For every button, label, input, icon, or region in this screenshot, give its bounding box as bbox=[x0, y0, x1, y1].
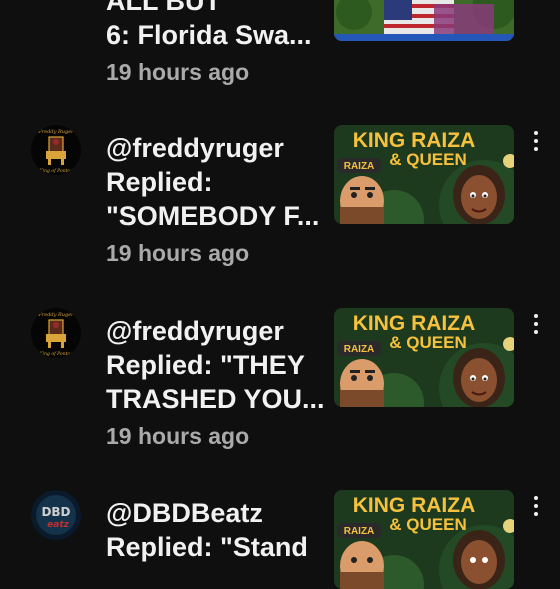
notification-timestamp: 19 hours ago bbox=[106, 240, 250, 266]
thumb-title-line: & QUEEN bbox=[389, 515, 466, 534]
thumb-title-line: KING RAIZA bbox=[353, 129, 476, 152]
svg-text:DBD: DBD bbox=[41, 505, 70, 519]
thumb-title-line: & QUEEN bbox=[389, 150, 466, 169]
svg-text:King of Pontoc: King of Pontoc bbox=[38, 168, 73, 174]
freddyruger-throne-avatar-icon[interactable]: Freddy Ruger King of Pontoc bbox=[31, 125, 81, 175]
notification-title-line: ALL BUT bbox=[106, 0, 221, 16]
notification-author: @DBDBeatz bbox=[106, 498, 263, 528]
flag-crowd-thumbnail-icon bbox=[334, 0, 514, 41]
dbdbeatz-logo-avatar-icon[interactable]: DBD eatz bbox=[31, 490, 81, 540]
svg-text:Freddy Ruger: Freddy Ruger bbox=[37, 312, 74, 318]
more-options-icon[interactable] bbox=[528, 129, 544, 153]
more-options-icon[interactable] bbox=[528, 494, 544, 518]
notification-title-line: 6: Florida Swa... bbox=[106, 20, 312, 50]
video-thumbnail[interactable]: KING RAIZA & QUEEN RAIZA bbox=[334, 125, 514, 224]
notification-author: @freddyruger bbox=[106, 133, 284, 163]
notification-author: @freddyruger bbox=[106, 316, 284, 346]
thumb-badge: RAIZA bbox=[344, 526, 375, 537]
notification-title-line: Replied: bbox=[106, 167, 213, 197]
svg-text:King of Pontoc: King of Pontoc bbox=[38, 351, 73, 357]
thumb-title-line: KING RAIZA bbox=[353, 494, 476, 517]
thumb-title-line: KING RAIZA bbox=[353, 312, 476, 335]
svg-text:Freddy Ruger: Freddy Ruger bbox=[37, 129, 74, 135]
notification-title-line: "SOMEBODY F... bbox=[106, 201, 320, 231]
more-options-icon[interactable] bbox=[528, 312, 544, 336]
king-raiza-queen-thumbnail-icon: KING RAIZA & QUEEN RAIZA bbox=[334, 125, 514, 224]
notification-text[interactable]: @freddyruger Replied: "THEY TRASHED YOU.… bbox=[106, 314, 328, 453]
video-thumbnail[interactable]: KING RAIZA & QUEEN RAIZA bbox=[334, 490, 514, 589]
notification-feed: ALL BUT 6: Florida Swa... 19 hours ago F… bbox=[0, 0, 560, 589]
video-thumbnail[interactable] bbox=[334, 0, 514, 41]
thumb-title-line: & QUEEN bbox=[389, 333, 466, 352]
king-raiza-queen-thumbnail-icon: KING RAIZA & QUEEN RAIZA bbox=[334, 490, 514, 589]
notification-text[interactable]: ALL BUT 6: Florida Swa... 19 hours ago bbox=[106, 0, 328, 89]
video-thumbnail[interactable]: KING RAIZA & QUEEN RAIZA bbox=[334, 308, 514, 407]
freddyruger-throne-avatar-icon[interactable]: Freddy Ruger King of Pontoc bbox=[31, 308, 81, 358]
notification-timestamp: 19 hours ago bbox=[106, 59, 250, 85]
notification-text[interactable]: @freddyruger Replied: "SOMEBODY F... 19 … bbox=[106, 131, 328, 270]
notification-timestamp: 19 hours ago bbox=[106, 423, 250, 449]
king-raiza-queen-thumbnail-icon: KING RAIZA & QUEEN RAIZA bbox=[334, 308, 514, 407]
notification-title-line: TRASHED YOU... bbox=[106, 384, 325, 414]
notification-text[interactable]: @DBDBeatz Replied: "Stand bbox=[106, 496, 328, 564]
notification-title-line: Replied: "THEY bbox=[106, 350, 305, 380]
thumb-badge: RAIZA bbox=[344, 161, 375, 172]
thumb-badge: RAIZA bbox=[344, 344, 375, 355]
notification-title-line: Replied: "Stand bbox=[106, 532, 308, 562]
svg-text:eatz: eatz bbox=[47, 520, 69, 530]
